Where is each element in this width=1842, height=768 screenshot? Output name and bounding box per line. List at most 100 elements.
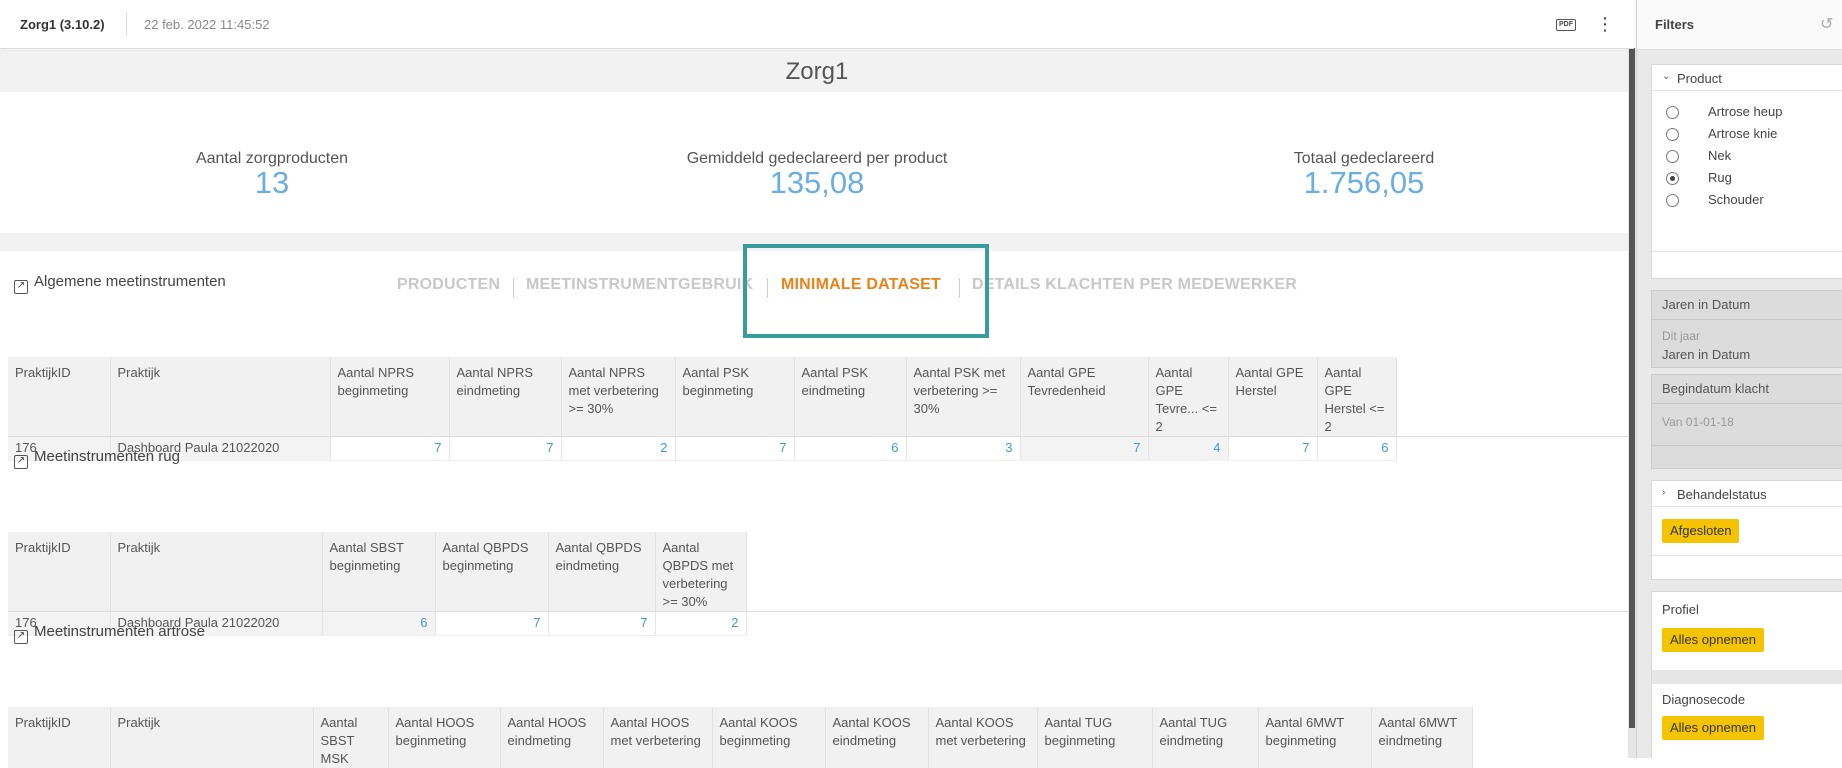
radio-option[interactable]: Schouder: [1662, 189, 1842, 209]
column-header[interactable]: Aantal HOOS beginmeting: [388, 707, 501, 768]
radio-button[interactable]: [1666, 128, 1679, 141]
column-header[interactable]: Praktijk: [110, 357, 331, 436]
column-header[interactable]: Aantal PSK beginmeting: [675, 357, 795, 436]
column-header[interactable]: Aantal GPE Tevre... <= 2: [1148, 357, 1229, 436]
column-header[interactable]: Aantal QBPDS eindmeting: [548, 532, 656, 611]
filters-title: Filters: [1655, 17, 1695, 32]
table-cell-value: 7: [449, 436, 562, 461]
kpi-aantal-zorgproducten: Aantal zorgproducten 13: [112, 150, 432, 198]
tab-divider: [513, 278, 514, 298]
filter-footer: [1652, 251, 1842, 279]
export-icon[interactable]: ↗: [14, 280, 28, 294]
section-title-algemeen: ↗ Algemene meetinstrumenten: [14, 273, 226, 294]
divider: [1652, 670, 1842, 684]
export-icon[interactable]: ↗: [14, 455, 28, 469]
filter-label: Jaren in Datum: [1662, 297, 1751, 312]
filter-chip-diagnosecode[interactable]: Alles opnemen: [1662, 716, 1764, 740]
tab-meetinstrumentgebruik[interactable]: MEETINSTRUMENTGEBRUIK: [526, 276, 753, 294]
top-bar: Zorg1 (3.10.2) 22 feb. 2022 11:45:52 PDF…: [0, 0, 1634, 49]
filter-profiel-diagnose: Profiel Alles opnemen Diagnosecode Alles…: [1651, 591, 1842, 758]
chevron-right-icon: ›: [1662, 487, 1666, 498]
table-algemene-meetinstrumenten: PraktijkID Praktijk Aantal NPRS beginmetin…: [8, 357, 1397, 461]
radio-option[interactable]: Rug: [1662, 167, 1842, 187]
radio-button[interactable]: [1666, 150, 1679, 163]
radio-button[interactable]: [1666, 172, 1679, 185]
table-cell-value: 7: [675, 436, 795, 461]
filter-value-hint: Dit jaar: [1662, 329, 1701, 343]
divider: [1652, 319, 1842, 320]
kpi-gemiddeld-gedeclareerd: Gemiddeld gedeclareerd per product 135,0…: [657, 150, 977, 198]
app-title: Zorg1 (3.10.2): [20, 17, 105, 32]
divider: [1652, 445, 1842, 446]
column-header[interactable]: Aantal TUG eindmeting: [1152, 707, 1259, 768]
filter-label: Begindatum klacht: [1662, 381, 1769, 396]
page-title: Zorg1: [785, 58, 849, 85]
column-header[interactable]: Aantal 6MWT beginmeting: [1258, 707, 1372, 768]
column-header[interactable]: Aantal SBST beginmeting: [322, 532, 436, 611]
tab-details-klachten[interactable]: DETAILS KLACHTEN PER MEDEWERKER: [972, 276, 1297, 294]
column-header[interactable]: Aantal TUG beginmeting: [1037, 707, 1153, 768]
scrollbar-thumb[interactable]: [1629, 48, 1635, 728]
column-header[interactable]: Aantal HOOS eindmeting: [500, 707, 604, 768]
column-header[interactable]: PraktijkID: [8, 357, 111, 436]
kpi-totaal-gedeclareerd: Totaal gedeclareerd 1.756,05: [1204, 150, 1524, 198]
section-label: Meetinstrumenten artrose: [34, 623, 205, 640]
column-header[interactable]: Aantal PSK eindmeting: [794, 357, 907, 436]
table-cell-value: 7: [1228, 436, 1318, 461]
divider: [1652, 555, 1842, 556]
column-header[interactable]: Aantal SBST MSK: [313, 707, 389, 768]
column-header[interactable]: Aantal HOOS met verbetering: [603, 707, 713, 768]
radio-label: Artrose heup: [1708, 104, 1783, 119]
column-header[interactable]: Praktijk: [110, 532, 323, 611]
table-row[interactable]: 176 Dashboard Paula 21022020 7 7 2 7 6 3 7 4 7 6: [8, 436, 1397, 461]
filter-product-header[interactable]: ⌄ Product: [1652, 65, 1842, 91]
export-icon[interactable]: ↗: [14, 630, 28, 644]
column-header[interactable]: PraktijkID: [8, 707, 111, 768]
more-vertical-icon[interactable]: ⋮: [1596, 13, 1614, 35]
column-header[interactable]: Aantal NPRS beginmeting: [330, 357, 450, 436]
section-title-artrose: ↗ Meetinstrumenten artrose: [14, 623, 205, 644]
radio-button[interactable]: [1666, 106, 1679, 119]
chevron-down-icon: ⌄: [1662, 71, 1671, 82]
filter-jaren-in-datum[interactable]: Jaren in Datum Dit jaar Jaren in Datum: [1651, 290, 1842, 368]
column-header[interactable]: Aantal KOOS eindmeting: [825, 707, 929, 768]
column-header[interactable]: PraktijkID: [8, 532, 111, 611]
radio-option[interactable]: Nek: [1662, 145, 1842, 165]
row-divider: [8, 611, 1628, 612]
table-cell-value: 3: [906, 436, 1021, 461]
column-header[interactable]: Aantal KOOS beginmeting: [712, 707, 826, 768]
table-cell-value: 2: [655, 611, 747, 636]
table-cell-value: 6: [322, 611, 436, 636]
column-header[interactable]: Aantal KOOS met verbetering: [928, 707, 1038, 768]
reset-icon[interactable]: ↺: [1820, 14, 1833, 34]
radio-option[interactable]: Artrose knie: [1662, 123, 1842, 143]
kpi-value: 13: [254, 165, 290, 200]
filter-behandelstatus: › Behandelstatus Afgesloten: [1651, 480, 1842, 580]
column-header[interactable]: Praktijk: [110, 707, 314, 768]
column-header[interactable]: Aantal QBPDS beginmeting: [435, 532, 549, 611]
filter-chip[interactable]: Afgesloten: [1662, 519, 1740, 543]
tab-producten[interactable]: PRODUCTEN: [397, 276, 500, 294]
column-header[interactable]: Aantal GPE Herstel: [1228, 357, 1318, 436]
table-header-row: PraktijkID Praktijk Aantal SBST beginmetin…: [8, 532, 747, 611]
column-header[interactable]: Aantal QBPDS met verbetering >= 30%: [655, 532, 747, 611]
column-header[interactable]: Aantal GPE Tevredenheid: [1020, 357, 1149, 436]
kpi-value: 1.756,05: [1303, 165, 1425, 200]
column-header[interactable]: Aantal 6MWT eindmeting: [1371, 707, 1473, 768]
row-divider: [8, 436, 1628, 437]
column-header[interactable]: Aantal GPE Herstel <= 2: [1317, 357, 1397, 436]
column-header[interactable]: Aantal NPRS eindmeting: [449, 357, 562, 436]
filter-chip-profiel[interactable]: Alles opnemen: [1662, 628, 1764, 652]
filter-label: Behandelstatus: [1677, 487, 1767, 502]
column-header[interactable]: Aantal NPRS met verbetering >= 30%: [561, 357, 676, 436]
filter-behandelstatus-header[interactable]: › Behandelstatus: [1652, 481, 1842, 507]
column-header[interactable]: Aantal PSK met verbetering >= 30%: [906, 357, 1021, 436]
pdf-export-icon[interactable]: PDF: [1556, 19, 1576, 31]
table-meetinstrumenten-rug: PraktijkID Praktijk Aantal SBST beginmetin…: [8, 532, 747, 636]
radio-option[interactable]: Artrose heup: [1662, 101, 1842, 121]
report-date: 22 feb. 2022 11:45:52: [144, 17, 270, 32]
filters-header: Filters ↺: [1637, 0, 1842, 50]
filter-begindatum-klacht[interactable]: Begindatum klacht Van 01-01-18: [1651, 374, 1842, 469]
table-header-row: PraktijkID Praktijk Aantal SBST MSK Aantal …: [8, 707, 1473, 768]
radio-button[interactable]: [1666, 194, 1679, 207]
